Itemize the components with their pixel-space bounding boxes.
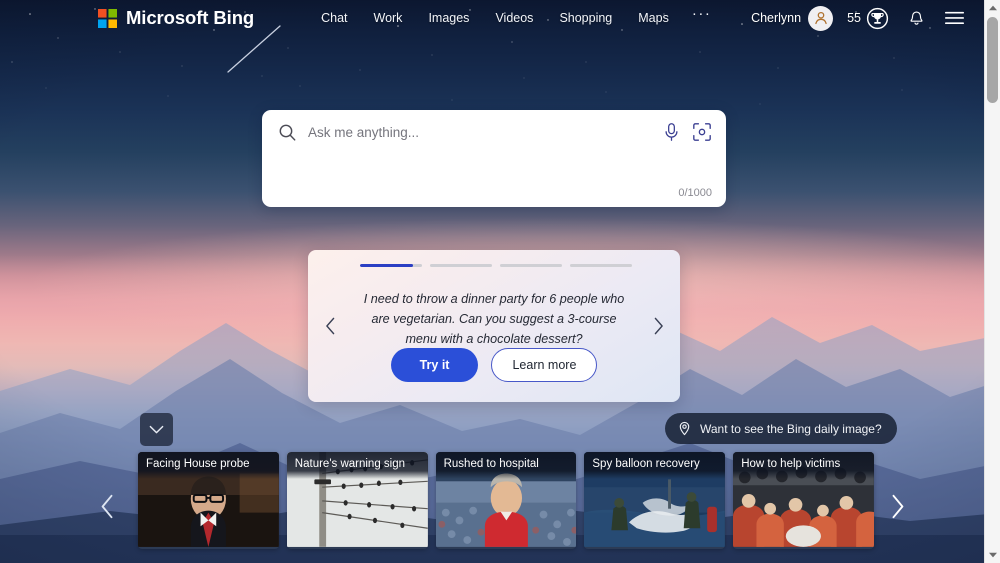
news-card[interactable]: Facing House probe [138, 452, 279, 549]
daily-image-label: Want to see the Bing daily image? [700, 421, 882, 436]
rewards-count: 55 [847, 11, 861, 25]
news-card-title: Facing House probe [138, 452, 279, 479]
top-navigation-bar: Microsoft Bing Chat Work Images Videos S… [0, 0, 978, 36]
scroll-down-arrow-icon [989, 552, 997, 558]
chevron-right-icon [654, 317, 663, 335]
bing-homepage: Microsoft Bing Chat Work Images Videos S… [0, 0, 1000, 563]
carousel-prev-button[interactable] [318, 314, 342, 338]
carousel-progress-2[interactable] [430, 264, 492, 267]
carousel-progress-1[interactable] [360, 264, 422, 267]
news-prev-button[interactable] [90, 489, 124, 523]
nav-item-maps[interactable]: Maps [625, 7, 682, 29]
news-carousel: Facing House probe Nature's warning sign… [138, 452, 874, 549]
prompt-carousel-card: I need to throw a dinner party for 6 peo… [308, 250, 680, 402]
try-it-button[interactable]: Try it [390, 348, 479, 382]
nav-item-videos[interactable]: Videos [482, 7, 546, 29]
info-pin-icon [679, 421, 690, 436]
character-counter: 0/1000 [678, 187, 712, 199]
news-card-title: Nature's warning sign [286, 452, 428, 479]
header-right-cluster: Cherlynn 55 [751, 5, 978, 31]
rewards-trophy-icon [866, 7, 889, 29]
nav-item-chat[interactable]: Chat [308, 7, 360, 29]
search-box[interactable]: 0/1000 [262, 110, 726, 207]
visual-search-icon[interactable] [692, 122, 712, 142]
search-action-icons [663, 122, 712, 142]
user-name-label: Cherlynn [751, 11, 802, 25]
news-card-title: How to help victims [733, 452, 874, 479]
search-input[interactable] [308, 124, 663, 140]
search-row [262, 110, 726, 154]
hamburger-menu-button[interactable] [942, 7, 966, 29]
collapse-feed-button[interactable] [140, 413, 173, 446]
nav-item-images[interactable]: Images [415, 7, 482, 29]
scroll-down-button[interactable] [985, 547, 1000, 563]
prompt-suggestion-text: I need to throw a dinner party for 6 peo… [363, 292, 625, 346]
main-nav: Chat Work Images Videos Shopping Maps ··… [308, 6, 722, 29]
microphone-icon[interactable] [663, 122, 680, 142]
bell-icon [909, 10, 923, 25]
carousel-next-button[interactable] [646, 314, 670, 338]
page-scrollbar[interactable] [984, 0, 1000, 563]
scroll-up-button[interactable] [985, 0, 1000, 16]
nav-item-work[interactable]: Work [361, 7, 416, 29]
bing-brand-logo[interactable]: Microsoft Bing [98, 7, 254, 29]
chevron-right-icon [892, 494, 903, 518]
daily-image-prompt[interactable]: Want to see the Bing daily image? [665, 413, 897, 444]
carousel-progress-4[interactable] [570, 264, 632, 267]
news-card[interactable]: Spy balloon recovery [584, 452, 726, 549]
learn-more-button[interactable]: Learn more [491, 348, 598, 382]
search-icon [279, 124, 296, 141]
brand-title: Microsoft Bing [126, 7, 255, 28]
news-card[interactable]: Rushed to hospital [435, 452, 577, 549]
rewards-button[interactable]: 55 [847, 7, 889, 30]
news-next-button[interactable] [880, 489, 914, 523]
carousel-progress-indicators [360, 264, 632, 267]
avatar[interactable] [808, 5, 834, 31]
chevron-down-icon [149, 425, 164, 433]
microsoft-logo-icon [98, 8, 117, 28]
news-card[interactable]: Nature's warning sign [286, 452, 428, 549]
notifications-button[interactable] [905, 7, 927, 29]
hamburger-menu-icon [944, 11, 964, 24]
scrollbar-thumb[interactable] [987, 17, 998, 103]
carousel-progress-3[interactable] [500, 264, 562, 267]
news-card-title: Rushed to hospital [435, 452, 577, 479]
news-card[interactable]: How to help victims [733, 452, 874, 549]
nav-item-shopping[interactable]: Shopping [546, 7, 625, 29]
user-avatar-icon [814, 11, 827, 25]
nav-more-icon[interactable]: ··· [682, 6, 722, 27]
prompt-action-buttons: Try it Learn more [308, 348, 680, 382]
news-card-title: Spy balloon recovery [584, 452, 726, 479]
chevron-left-icon [101, 494, 112, 518]
scroll-up-arrow-icon [989, 5, 997, 11]
chevron-left-icon [325, 317, 334, 335]
